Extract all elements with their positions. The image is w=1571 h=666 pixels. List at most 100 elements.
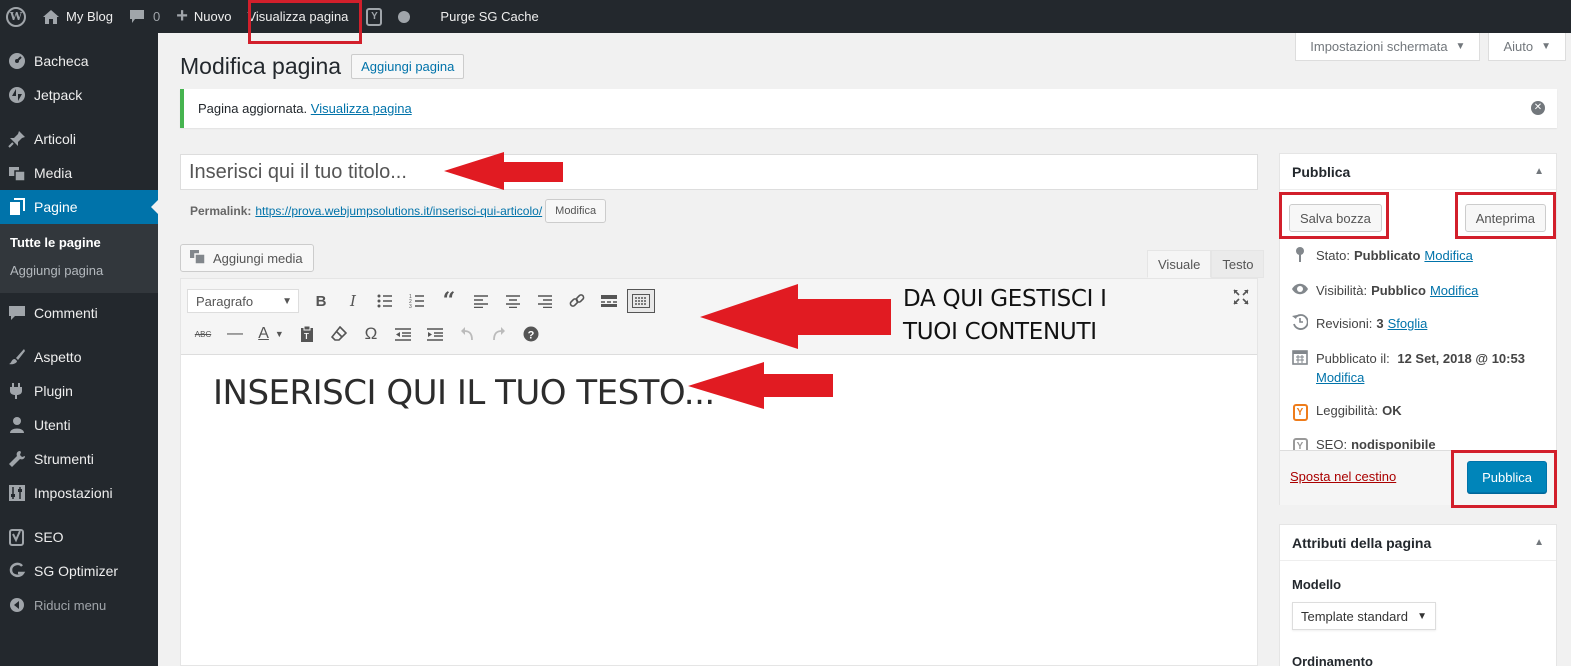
permalink-url-link[interactable]: https://prova.webjumpsolutions.it/inseri…	[255, 204, 542, 218]
status-dot-menu[interactable]	[390, 0, 418, 33]
clear-formatting-icon[interactable]	[323, 320, 355, 348]
site-name-menu[interactable]: My Blog	[34, 0, 121, 33]
fullscreen-icon[interactable]	[1233, 289, 1249, 309]
sidebar-item-jetpack[interactable]: Jetpack	[0, 78, 158, 112]
format-select[interactable]: Paragrafo ▼	[187, 289, 299, 313]
numbered-list-icon[interactable]: 123	[401, 287, 433, 315]
undo-icon[interactable]	[451, 320, 483, 348]
highlight-publish	[1451, 450, 1557, 508]
outdent-icon[interactable]	[387, 320, 419, 348]
sidebar-item-sg-optimizer[interactable]: SG Optimizer	[0, 554, 158, 588]
sidebar-label: Impostazioni	[34, 485, 113, 501]
publish-box-header[interactable]: Pubblica ▲	[1280, 154, 1556, 190]
calendar-icon	[1290, 349, 1310, 370]
submenu-all-pages[interactable]: Tutte le pagine	[0, 229, 158, 257]
new-content-menu[interactable]: + Nuovo	[168, 0, 239, 33]
sidebar-label: Utenti	[34, 417, 71, 433]
sidebar-item-impostazioni[interactable]: Impostazioni	[0, 476, 158, 510]
updated-notice: Pagina aggiornata. Visualizza pagina ✕	[180, 89, 1557, 128]
sidebar-item-plugin[interactable]: Plugin	[0, 374, 158, 408]
help-button[interactable]: Aiuto ▼	[1488, 33, 1566, 61]
published-label: Pubblicato il:	[1316, 351, 1390, 366]
svg-text:3: 3	[409, 304, 412, 308]
sidebar-item-aspetto[interactable]: Aspetto	[0, 340, 158, 374]
horizontal-line-icon[interactable]: —	[219, 320, 251, 348]
yoast-icon: Y	[366, 7, 383, 26]
bullet-list-icon[interactable]	[369, 287, 401, 315]
help-label: Aiuto	[1503, 39, 1534, 54]
sidebar-label: Articoli	[34, 131, 77, 147]
screen-options-button[interactable]: Impostazioni schermata ▼	[1295, 33, 1481, 61]
align-center-icon[interactable]	[497, 287, 529, 315]
sidebar-item-seo[interactable]: SEO	[0, 520, 158, 554]
align-left-icon[interactable]	[465, 287, 497, 315]
visibility-edit-link[interactable]: Modifica	[1430, 281, 1478, 300]
status-row: Stato: Pubblicato Modifica	[1280, 246, 1556, 267]
text-color-icon[interactable]: A ▼	[251, 320, 291, 348]
site-name: My Blog	[66, 9, 113, 24]
special-character-icon[interactable]: Ω	[355, 320, 387, 348]
read-more-icon[interactable]	[593, 287, 625, 315]
arrow-content-icon	[688, 362, 833, 409]
italic-icon[interactable]: I	[337, 287, 369, 315]
sidebar-item-bacheca[interactable]: Bacheca	[0, 44, 158, 78]
page-attributes-header[interactable]: Attributi della pagina ▲	[1280, 525, 1556, 561]
bold-icon[interactable]: B	[305, 287, 337, 315]
page-heading: Modifica pagina Aggiungi pagina	[180, 53, 465, 80]
page-title: Modifica pagina	[180, 53, 342, 79]
comment-icon	[8, 304, 26, 322]
wp-logo-menu[interactable]: W	[0, 0, 34, 33]
revisions-label: Revisioni:	[1316, 316, 1373, 331]
sidebar-label: Commenti	[34, 305, 98, 321]
admin-sidebar: Bacheca Jetpack Articoli Media Pagine Tu…	[0, 33, 158, 666]
add-page-button[interactable]: Aggiungi pagina	[351, 54, 465, 79]
redo-icon[interactable]	[483, 320, 515, 348]
revisions-browse-link[interactable]: Sfoglia	[1388, 314, 1428, 333]
permalink-edit-button[interactable]: Modifica	[545, 199, 607, 223]
published-edit-link[interactable]: Modifica	[1316, 370, 1364, 385]
status-edit-link[interactable]: Modifica	[1424, 246, 1472, 265]
submenu-add-page[interactable]: Aggiungi pagina	[0, 257, 158, 285]
move-to-trash-link[interactable]: Sposta nel cestino	[1290, 469, 1396, 484]
collapse-toggle-icon[interactable]: ▲	[1534, 166, 1544, 177]
tab-text[interactable]: Testo	[1211, 250, 1265, 278]
blockquote-icon[interactable]: “	[433, 287, 465, 315]
title-input[interactable]: Inserisci qui il tuo titolo...	[180, 154, 1258, 190]
sidebar-item-strumenti[interactable]: Strumenti	[0, 442, 158, 476]
yoast-readability-icon: Y	[1292, 404, 1308, 421]
tab-visual[interactable]: Visuale	[1147, 250, 1212, 278]
collapse-arrow-icon	[8, 596, 26, 614]
purge-cache-label: Purge SG Cache	[440, 9, 539, 24]
template-select[interactable]: Template standard ▼	[1292, 602, 1436, 630]
link-icon[interactable]	[561, 287, 593, 315]
help-question-icon[interactable]: ?	[515, 320, 547, 348]
sidebar-item-utenti[interactable]: Utenti	[0, 408, 158, 442]
purge-cache-menu[interactable]: Purge SG Cache	[418, 0, 546, 33]
jetpack-icon	[8, 86, 26, 104]
screen-meta-links: Impostazioni schermata ▼ Aiuto ▼	[1295, 33, 1566, 61]
paste-text-icon[interactable]: T	[291, 320, 323, 348]
sidebar-label: Media	[34, 165, 73, 181]
notice-view-page-link[interactable]: Visualizza pagina	[311, 101, 412, 116]
sidebar-item-pagine[interactable]: Pagine	[0, 190, 158, 224]
sidebar-label: SEO	[34, 529, 64, 545]
wordpress-logo-icon: W	[6, 6, 26, 27]
collapse-toggle-icon[interactable]: ▲	[1534, 537, 1544, 548]
sidebar-item-commenti[interactable]: Commenti	[0, 296, 158, 330]
align-right-icon[interactable]	[529, 287, 561, 315]
comments-menu[interactable]: 0	[121, 0, 168, 33]
highlight-save-draft	[1279, 192, 1389, 239]
toolbar-toggle-icon[interactable]	[627, 289, 655, 313]
page-attributes-title: Attributi della pagina	[1292, 534, 1432, 551]
indent-icon[interactable]	[419, 320, 451, 348]
sidebar-item-media[interactable]: Media	[0, 156, 158, 190]
sidebar-item-articoli[interactable]: Articoli	[0, 122, 158, 156]
collapse-menu-button[interactable]: Riduci menu	[0, 588, 158, 622]
strikethrough-icon[interactable]: ABC	[187, 320, 219, 348]
permalink-label: Permalink:	[190, 204, 252, 218]
add-media-button[interactable]: Aggiungi media	[180, 244, 314, 272]
readability-row: Y Leggibilità: OK	[1280, 401, 1556, 421]
dismiss-close-icon[interactable]: ✕	[1531, 101, 1545, 115]
revisions-row: Revisioni: 3 Sfoglia	[1280, 314, 1556, 335]
sidebar-label: Pagine	[34, 199, 78, 215]
